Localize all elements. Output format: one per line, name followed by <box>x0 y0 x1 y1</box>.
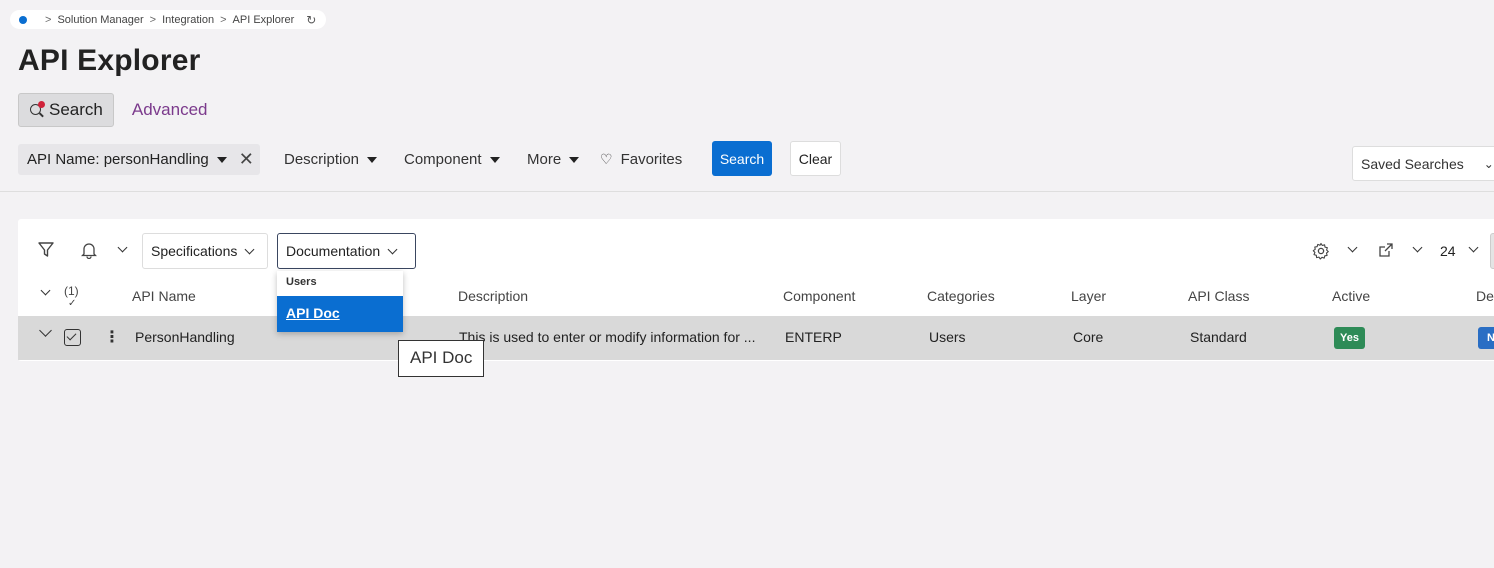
chevron-down-icon[interactable] <box>117 242 128 253</box>
caret-down-icon[interactable] <box>216 156 227 163</box>
component-filter[interactable]: Component <box>404 151 500 168</box>
clear-button[interactable]: Clear <box>790 141 841 176</box>
gear-icon[interactable] <box>1312 242 1330 260</box>
column-header-categories[interactable]: Categories <box>927 288 995 304</box>
cell-description: This is used to enter or modify informat… <box>459 329 756 345</box>
tab-search-label: Search <box>49 100 103 119</box>
search-icon <box>29 101 45 118</box>
caret-down-icon <box>569 156 580 163</box>
chevron-right-icon: > <box>149 13 157 26</box>
chevron-right-icon: > <box>220 13 227 26</box>
tab-search[interactable]: Search <box>18 93 114 127</box>
search-button[interactable]: Search <box>712 141 772 176</box>
favorites-button[interactable]: ♡ Favorites <box>600 151 682 168</box>
filter-bar: API Name: personHandling ✕ Description C… <box>0 140 1494 192</box>
home-dot-icon[interactable] <box>19 15 27 24</box>
menu-group-header: Users <box>286 276 317 288</box>
column-header-active[interactable]: Active <box>1332 288 1370 304</box>
column-header-component[interactable]: Component <box>783 288 855 304</box>
expand-row-icon[interactable] <box>39 324 52 337</box>
specifications-label: Specifications <box>151 243 238 259</box>
favorites-label: Favorites <box>620 151 683 168</box>
selected-count: (1) <box>64 284 79 298</box>
documentation-dropdown[interactable]: Documentation <box>277 233 416 269</box>
documentation-menu: Users API Doc <box>277 271 403 332</box>
refresh-icon[interactable]: ↻ <box>306 13 316 27</box>
menu-item-api-doc[interactable]: API Doc <box>277 296 403 332</box>
chevron-down-icon <box>387 244 398 254</box>
chevron-down-icon <box>244 244 255 254</box>
chevron-down-icon: ⌄ <box>1483 156 1494 171</box>
chevron-down-icon[interactable] <box>1412 242 1423 253</box>
saved-searches-select[interactable]: Saved Searches ⌄ <box>1352 146 1494 181</box>
component-filter-label: Component <box>404 151 482 168</box>
select-all-check-icon[interactable]: ✓ <box>68 298 76 309</box>
toolbar-overflow-button[interactable] <box>1490 233 1494 269</box>
cell-categories: Users <box>929 329 966 345</box>
saved-searches-label: Saved Searches <box>1361 155 1464 172</box>
chip-label: API Name: personHandling <box>27 151 209 168</box>
breadcrumb-item-api-explorer[interactable]: API Explorer <box>233 14 295 26</box>
description-filter-label: Description <box>284 151 360 168</box>
breadcrumb-item-solution-manager[interactable]: Solution Manager <box>57 14 143 26</box>
cell-api-name[interactable]: PersonHandling <box>135 329 235 345</box>
row-checkbox[interactable] <box>64 329 81 346</box>
documentation-label: Documentation <box>286 243 381 259</box>
chevron-down-icon[interactable] <box>1468 242 1479 253</box>
cell-component: ENTERP <box>785 329 842 345</box>
page-size-select[interactable]: 24 <box>1440 243 1456 259</box>
table-row[interactable]: ⋮ PersonHandling This is used to enter o… <box>18 316 1494 360</box>
column-header-api-name[interactable]: API Name <box>132 288 196 304</box>
more-filter[interactable]: More <box>527 151 580 168</box>
results-panel: Specifications Documentation 24 (1) ✓ AP… <box>18 219 1494 361</box>
tooltip: API Doc <box>398 340 485 377</box>
chevron-right-icon: > <box>45 13 52 26</box>
specifications-dropdown[interactable]: Specifications <box>142 233 268 269</box>
deprecated-status-badge: N <box>1478 327 1494 349</box>
heart-icon: ♡ <box>600 151 613 167</box>
page-title: API Explorer <box>18 44 201 77</box>
description-filter[interactable]: Description <box>284 151 378 168</box>
search-mode-tabs: Search Advanced <box>18 93 208 127</box>
cell-layer: Core <box>1073 329 1104 345</box>
active-status-badge: Yes <box>1334 327 1365 349</box>
row-actions-icon[interactable]: ⋮ <box>104 327 120 347</box>
cell-api-class: Standard <box>1190 329 1247 345</box>
breadcrumb: > Solution Manager > Integration > API E… <box>10 10 327 29</box>
bell-icon[interactable] <box>81 241 97 259</box>
breadcrumb-item-integration[interactable]: Integration <box>162 14 214 26</box>
column-header-api-class[interactable]: API Class <box>1188 288 1249 304</box>
tab-advanced[interactable]: Advanced <box>132 100 208 120</box>
chevron-down-icon[interactable] <box>1347 242 1358 253</box>
caret-down-icon <box>489 156 500 163</box>
column-header-description[interactable]: Description <box>458 288 528 304</box>
caret-down-icon <box>367 156 378 163</box>
api-name-filter-chip[interactable]: API Name: personHandling ✕ <box>18 144 260 175</box>
column-header-layer[interactable]: Layer <box>1071 288 1106 304</box>
column-header-deprecated[interactable]: De <box>1476 288 1494 304</box>
filter-icon[interactable] <box>37 241 55 259</box>
close-icon[interactable]: ✕ <box>239 149 254 170</box>
expand-all-icon[interactable] <box>40 285 51 296</box>
export-icon[interactable] <box>1378 242 1394 258</box>
more-filter-label: More <box>527 151 562 168</box>
